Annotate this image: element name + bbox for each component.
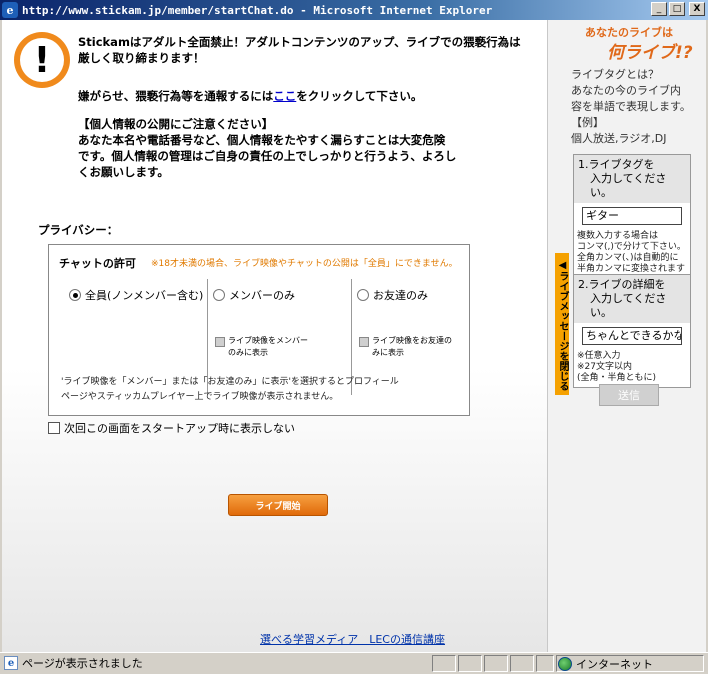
- side-panel: あなたのライブは 何ライブ!? ライブタグとは？ あなたの今のライブ内 容を単語…: [549, 20, 706, 652]
- status-text: ページが表示されました: [22, 657, 143, 670]
- live-tag-step: 1.ライブタグを 入力してください。 ギター 複数入力する場合は コンマ(,)で…: [573, 154, 691, 279]
- live-detail-input[interactable]: ちゃんとできるかな: [582, 327, 682, 345]
- adult-warning: Stickamはアダルト全面禁止！アダルトコンテンツのアップ、ライブでの猥褻行為…: [78, 35, 521, 65]
- status-segment: [432, 655, 456, 672]
- startup-checkbox[interactable]: 次回この画面をスタートアップ時に表示しない: [48, 420, 295, 436]
- status-segment: [510, 655, 534, 672]
- live-logo-line2: 何ライブ!?: [607, 43, 693, 63]
- close-button[interactable]: X: [689, 2, 705, 16]
- chat-permission-label: チャットの許可: [59, 257, 136, 270]
- radio-friends-only[interactable]: お友達のみ: [357, 287, 428, 303]
- send-button[interactable]: 送信: [599, 384, 659, 406]
- radio-selected-icon: [69, 289, 81, 301]
- minimize-button[interactable]: _: [651, 2, 667, 16]
- checkbox-icon: [215, 337, 225, 347]
- main-panel: ! Stickamはアダルト全面禁止！アダルトコンテンツのアップ、ライブでの猥褻…: [2, 20, 548, 652]
- window-title: http://www.stickam.jp/member/startChat.d…: [22, 3, 493, 17]
- live-tag-note: 複数入力する場合は コンマ(,)で分けて下さい。 全角カンマ(、)は自動的に 半…: [577, 231, 686, 274]
- live-tag-info: ライブタグとは？ あなたの今のライブ内 容を単語で表現します。 【例】 個人放送…: [571, 68, 691, 145]
- radio-empty-icon: [357, 289, 369, 301]
- status-segment: [536, 655, 554, 672]
- radio-empty-icon: [213, 289, 225, 301]
- window-controls: _ □ X: [651, 2, 705, 16]
- privacy-description: 'ライブ映像を「メンバー」または「お友達のみ」に表示'を選択するとプロフィール …: [61, 377, 399, 402]
- age-note: ※18才未満の場合、ライブ映像やチャットの公開は「全員」にできません。: [151, 259, 458, 269]
- status-segment: [484, 655, 508, 672]
- close-live-message-tab[interactable]: ◀ライブメッセージを閉じる: [555, 253, 569, 395]
- globe-icon: [558, 657, 572, 671]
- ad-link[interactable]: 選べる学習メディア LECの通信講座: [260, 631, 445, 647]
- radio-everyone[interactable]: 全員(ノンメンバー含む): [69, 287, 203, 303]
- live-detail-note: ※任意入力 ※27文字以内 (全角・半角ともに): [577, 351, 657, 383]
- privacy-title: プライバシー：: [38, 223, 119, 237]
- maximize-button[interactable]: □: [669, 2, 685, 16]
- live-tag-input[interactable]: ギター: [582, 207, 682, 225]
- checkbox-icon: [359, 337, 369, 347]
- report-notice: 嫌がらせ、猥褻行為等を通報するにはここをクリックして下さい。: [78, 89, 423, 103]
- ie-logo-icon: e: [2, 2, 18, 18]
- privacy-box: チャットの許可 ※18才未満の場合、ライブ映像やチャットの公開は「全員」にできま…: [48, 244, 470, 416]
- live-start-button[interactable]: ライブ開始: [228, 494, 328, 516]
- status-bar: e ページが表示されました インターネット: [0, 652, 708, 674]
- report-link[interactable]: ここ: [273, 89, 296, 103]
- title-bar: e http://www.stickam.jp/member/startChat…: [0, 0, 708, 20]
- warning-icon: !: [14, 32, 70, 88]
- radio-members-only[interactable]: メンバーのみ: [213, 287, 295, 303]
- status-segment: [458, 655, 482, 672]
- internet-zone: インターネット: [558, 656, 653, 672]
- page-content: ! Stickamはアダルト全面禁止！アダルトコンテンツのアップ、ライブでの猥褻…: [2, 20, 706, 652]
- page-done-icon: e: [4, 656, 18, 670]
- friends-video-checkbox[interactable]: ライブ映像をお友達の みに表示: [359, 335, 452, 359]
- live-detail-step: 2.ライブの詳細を 入力してください。 ちゃんとできるかな ※任意入力 ※27文…: [573, 274, 691, 388]
- members-video-checkbox[interactable]: ライブ映像をメンバー のみに表示: [215, 335, 308, 359]
- privacy-notice: 【個人情報の公開にご注意ください】 あなた本名や電話番号など、個人情報をたやすく…: [78, 117, 457, 179]
- checkbox-icon: [48, 422, 60, 434]
